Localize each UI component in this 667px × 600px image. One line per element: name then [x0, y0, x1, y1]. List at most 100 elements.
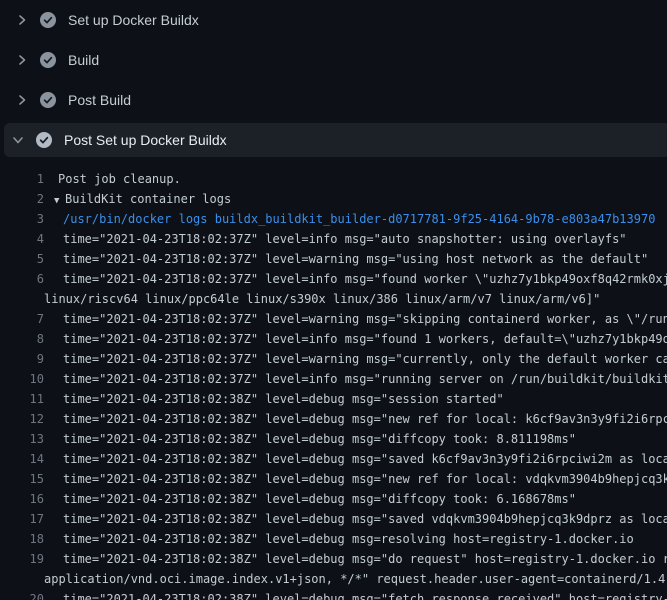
log-line: 4 ▼time="2021-04-23T18:02:37Z" level=inf… [0, 229, 667, 249]
log-line-text: ▼time="2021-04-23T18:02:38Z" level=debug… [44, 589, 667, 600]
log-line-number[interactable]: 8 [0, 329, 44, 349]
log-line-number[interactable] [0, 289, 44, 309]
log-line-message: time="2021-04-23T18:02:37Z" level=warnin… [63, 312, 667, 326]
log-line-number[interactable]: 2 [0, 189, 44, 209]
log-viewer: 1 ▼Post job cleanup. 2 ▼BuildKit contain… [0, 160, 667, 600]
log-line: 8 ▼time="2021-04-23T18:02:37Z" level=inf… [0, 329, 667, 349]
log-line-message: time="2021-04-23T18:02:38Z" level=debug … [63, 392, 504, 406]
step-row-header[interactable]: Post Set up Docker Buildx [4, 123, 667, 157]
log-line-text: ▼time="2021-04-23T18:02:38Z" level=debug… [44, 509, 667, 529]
log-line-message: Post job cleanup. [58, 172, 181, 186]
log-line-number[interactable]: 4 [0, 229, 44, 249]
log-line-message: time="2021-04-23T18:02:37Z" level=info m… [63, 372, 667, 386]
log-line-number[interactable]: 10 [0, 369, 44, 389]
log-line-number[interactable]: 14 [0, 449, 44, 469]
log-line-number[interactable]: 6 [0, 269, 44, 289]
log-line-text: ▼time="2021-04-23T18:02:38Z" level=debug… [44, 529, 634, 549]
step-row[interactable]: Post Set up Docker Buildx [0, 120, 667, 160]
log-line: 2 ▼BuildKit container logs [0, 189, 667, 209]
step-row[interactable]: Post Build [0, 80, 667, 120]
log-line-message: time="2021-04-23T18:02:37Z" level=info m… [63, 232, 627, 246]
collapse-toggle-icon[interactable]: ▼ [54, 191, 65, 209]
steps-list: Set up Docker Buildx Build [0, 0, 667, 160]
log-line-message: time="2021-04-23T18:02:38Z" level=debug … [63, 552, 667, 566]
log-line: 3 ▼/usr/bin/docker logs buildx_buildkit_… [0, 209, 667, 229]
log-line-text: ▼time="2021-04-23T18:02:37Z" level=warni… [44, 309, 667, 329]
log-line-number[interactable]: 18 [0, 529, 44, 549]
step-row-header[interactable]: Set up Docker Buildx [0, 0, 667, 40]
log-line-text: ▼linux/riscv64 linux/ppc64le linux/s390x… [44, 289, 600, 309]
log-line: ▼application/vnd.oci.image.index.v1+json… [0, 569, 667, 589]
log-line-number[interactable]: 16 [0, 489, 44, 509]
log-line-text: ▼Post job cleanup. [44, 169, 181, 189]
step-label: Post Build [68, 92, 131, 108]
log-line-message: application/vnd.oci.image.index.v1+json,… [44, 572, 665, 586]
log-line: 10 ▼time="2021-04-23T18:02:37Z" level=in… [0, 369, 667, 389]
log-line-message: time="2021-04-23T18:02:38Z" level=debug … [63, 592, 667, 600]
log-line: 5 ▼time="2021-04-23T18:02:37Z" level=war… [0, 249, 667, 269]
log-line-number[interactable]: 17 [0, 509, 44, 529]
step-row[interactable]: Set up Docker Buildx [0, 0, 667, 40]
log-line-number[interactable]: 5 [0, 249, 44, 269]
log-line-number[interactable]: 9 [0, 349, 44, 369]
log-line-text: ▼time="2021-04-23T18:02:37Z" level=info … [44, 369, 667, 389]
log-line-number[interactable]: 1 [0, 169, 44, 189]
log-line-text: ▼time="2021-04-23T18:02:37Z" level=info … [44, 229, 627, 249]
log-line-message: time="2021-04-23T18:02:37Z" level=info m… [63, 272, 667, 286]
log-line-text: ▼application/vnd.oci.image.index.v1+json… [44, 569, 665, 589]
log-line-text: ▼time="2021-04-23T18:02:37Z" level=info … [44, 269, 667, 289]
log-line-number[interactable]: 12 [0, 409, 44, 429]
chevron-right-icon[interactable] [14, 92, 30, 108]
step-label: Set up Docker Buildx [68, 12, 199, 28]
log-line-text: ▼time="2021-04-23T18:02:38Z" level=debug… [44, 389, 504, 409]
log-line: 17 ▼time="2021-04-23T18:02:38Z" level=de… [0, 509, 667, 529]
log-line-number[interactable]: 13 [0, 429, 44, 449]
log-line: 11 ▼time="2021-04-23T18:02:38Z" level=de… [0, 389, 667, 409]
log-line-message: time="2021-04-23T18:02:38Z" level=debug … [63, 492, 576, 506]
check-circle-icon [36, 132, 52, 148]
log-line-number[interactable]: 7 [0, 309, 44, 329]
log-line-message: time="2021-04-23T18:02:38Z" level=debug … [63, 532, 634, 546]
log-line-number[interactable]: 3 [0, 209, 44, 229]
log-line: 1 ▼Post job cleanup. [0, 169, 667, 189]
step-row[interactable]: Build [0, 40, 667, 80]
log-line-number[interactable]: 20 [0, 589, 44, 600]
log-line-number[interactable]: 19 [0, 549, 44, 569]
step-label: Build [68, 52, 99, 68]
log-line: 15 ▼time="2021-04-23T18:02:38Z" level=de… [0, 469, 667, 489]
log-line-number[interactable] [0, 569, 44, 589]
log-line: 19 ▼time="2021-04-23T18:02:38Z" level=de… [0, 549, 667, 569]
log-line-message: time="2021-04-23T18:02:38Z" level=debug … [63, 512, 667, 526]
log-line-message: linux/riscv64 linux/ppc64le linux/s390x … [44, 292, 600, 306]
actions-log-panel: Set up Docker Buildx Build [0, 0, 667, 600]
log-line-message: time="2021-04-23T18:02:37Z" level=warnin… [63, 252, 648, 266]
log-line: ▼linux/riscv64 linux/ppc64le linux/s390x… [0, 289, 667, 309]
log-line: 9 ▼time="2021-04-23T18:02:37Z" level=war… [0, 349, 667, 369]
log-line-message: BuildKit container logs [65, 192, 231, 206]
log-line: 20 ▼time="2021-04-23T18:02:38Z" level=de… [0, 589, 667, 600]
log-line: 7 ▼time="2021-04-23T18:02:37Z" level=war… [0, 309, 667, 329]
chevron-down-icon[interactable] [10, 132, 26, 148]
log-line: 14 ▼time="2021-04-23T18:02:38Z" level=de… [0, 449, 667, 469]
step-row-header[interactable]: Post Build [0, 80, 667, 120]
log-line: 16 ▼time="2021-04-23T18:02:38Z" level=de… [0, 489, 667, 509]
log-line-number[interactable]: 15 [0, 469, 44, 489]
log-line-text: ▼time="2021-04-23T18:02:38Z" level=debug… [44, 449, 667, 469]
check-circle-icon [40, 92, 56, 108]
log-line-message: time="2021-04-23T18:02:38Z" level=debug … [63, 412, 667, 426]
log-line-message: time="2021-04-23T18:02:37Z" level=warnin… [63, 352, 667, 366]
log-line-text: ▼/usr/bin/docker logs buildx_buildkit_bu… [44, 209, 655, 229]
log-line: 6 ▼time="2021-04-23T18:02:37Z" level=inf… [0, 269, 667, 289]
log-line-message: time="2021-04-23T18:02:38Z" level=debug … [63, 472, 667, 486]
log-line-text: ▼time="2021-04-23T18:02:38Z" level=debug… [44, 549, 667, 569]
step-row-header[interactable]: Build [0, 40, 667, 80]
chevron-right-icon[interactable] [14, 12, 30, 28]
log-line-message: time="2021-04-23T18:02:38Z" level=debug … [63, 452, 667, 466]
chevron-right-icon[interactable] [14, 52, 30, 68]
log-line-message: /usr/bin/docker logs buildx_buildkit_bui… [63, 212, 655, 226]
step-label: Post Set up Docker Buildx [64, 132, 227, 148]
log-line-number[interactable]: 11 [0, 389, 44, 409]
log-line-text: ▼time="2021-04-23T18:02:38Z" level=debug… [44, 409, 667, 429]
log-line: 18 ▼time="2021-04-23T18:02:38Z" level=de… [0, 529, 667, 549]
log-line: 13 ▼time="2021-04-23T18:02:38Z" level=de… [0, 429, 667, 449]
